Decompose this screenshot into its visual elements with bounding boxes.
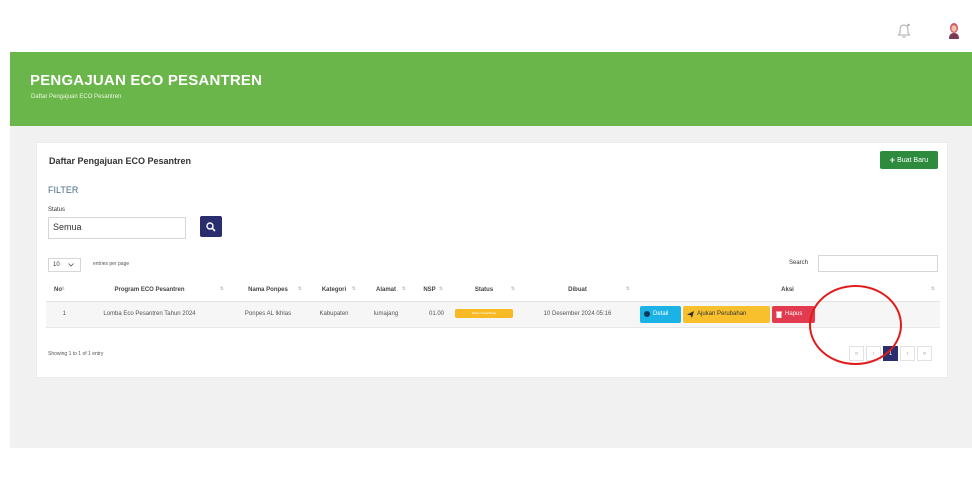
sort-icon: ⇅ [438,286,443,292]
sort-icon: ⇅ [219,286,224,292]
table-search-label: Search [789,260,809,266]
sort-icon: ⇅ [297,286,302,292]
submissions-table: No ⇅ Program ECO Pesantren ⇅ Nama Ponpes ⇅ … [46,279,940,328]
sort-icon: ⇅ [60,286,65,292]
status-filter-label: Status [48,207,66,213]
column-label: Aksi [781,286,794,293]
cell-alamat: lumajang [361,301,411,328]
status-badge: Belum Diverifikasi [455,308,513,318]
column-header-alamat[interactable]: Alamat ⇅ [361,279,411,302]
sort-icon: ⇅ [401,286,406,292]
bell-icon[interactable] [896,22,912,40]
add-new-label: Buat Baru [897,156,929,164]
send-icon [687,310,694,318]
page-root: PENGAJUAN ECO PESANTREN Daftar Pengajuan… [0,0,972,502]
chevron-down-icon [67,263,74,267]
status-filter-select[interactable]: Semua [48,217,186,239]
detail-label: Detail [653,311,669,317]
filter-heading: FILTER [48,185,79,195]
request-change-button[interactable]: Ajukan Perubahan [683,305,770,323]
detail-button[interactable]: Detail [640,305,681,323]
plus-icon: + [889,155,896,165]
delete-label: Hapus [785,311,803,317]
column-header-no[interactable]: No ⇅ [46,279,70,302]
column-header-program[interactable]: Program ECO Pesantren ⇅ [70,279,229,302]
table-header-row: No ⇅ Program ECO Pesantren ⇅ Nama Ponpes ⇅ … [46,279,940,302]
pagination-last[interactable]: » [917,346,932,361]
column-header-ponpes[interactable]: Nama Ponpes ⇅ [229,279,307,302]
cell-program: Lomba Eco Pesantren Tahun 2024 [70,301,229,328]
search-icon [206,221,216,232]
column-label: Nama Ponpes [248,286,288,293]
column-header-nsp[interactable]: NSP ⇅ [411,279,448,302]
column-label: Alamat [375,286,396,293]
column-label: Kategori [321,286,347,293]
card-title: Daftar Pengajuan ECO Pesantren [49,156,192,166]
column-header-dibuat[interactable]: Dibuat ⇅ [520,279,635,302]
entries-value: 10 [53,262,60,268]
column-label: NSP [423,286,436,293]
entries-per-page-select[interactable]: 10 [48,258,81,272]
breadcrumb[interactable]: Daftar Pengajuan ECO Pesantren [31,94,121,100]
add-new-button[interactable]: + Buat Baru [880,151,938,169]
column-label: Program ECO Pesantren [114,286,185,293]
filter-search-button[interactable] [200,216,222,237]
cell-kategori: Kabupaten [307,301,361,328]
sort-icon: ⇅ [351,286,356,292]
page-title: PENGAJUAN ECO PESANTREN [30,72,263,89]
cell-ponpes: Ponpes AL Ikhlas [229,301,307,328]
trash-icon [776,311,782,318]
sort-icon: ⇅ [930,286,935,292]
column-header-aksi[interactable]: Aksi ⇅ [635,279,940,302]
cell-no: 1 [46,301,70,328]
table-search-input[interactable] [818,255,938,272]
sort-icon: ⇅ [625,286,630,292]
annotation-circle [809,285,902,365]
page-banner: PENGAJUAN ECO PESANTREN Daftar Pengajuan… [10,52,972,126]
list-card: Daftar Pengajuan ECO Pesantren + Buat Ba… [36,142,948,378]
column-header-kategori[interactable]: Kategori ⇅ [307,279,361,302]
column-label: Status [474,286,494,293]
request-change-label: Ajukan Perubahan [697,311,747,317]
entries-per-page-label: entries per page [93,261,130,267]
top-navbar [0,0,972,52]
cell-dibuat: 10 Desember 2024 05:16 [520,301,635,328]
cell-nsp: 01.00 [411,301,448,328]
info-icon [644,311,650,317]
pagination-next[interactable]: › [900,346,915,361]
table-info: Showing 1 to 1 of 1 entry [48,351,104,357]
column-label: Dibuat [568,286,587,293]
user-avatar[interactable] [944,20,964,40]
sort-icon: ⇅ [510,286,515,292]
column-header-status[interactable]: Status ⇅ [448,279,520,302]
table-row: 1 Lomba Eco Pesantren Tahun 2024 Ponpes … [46,301,940,328]
cell-status: Belum Diverifikasi [448,301,520,328]
